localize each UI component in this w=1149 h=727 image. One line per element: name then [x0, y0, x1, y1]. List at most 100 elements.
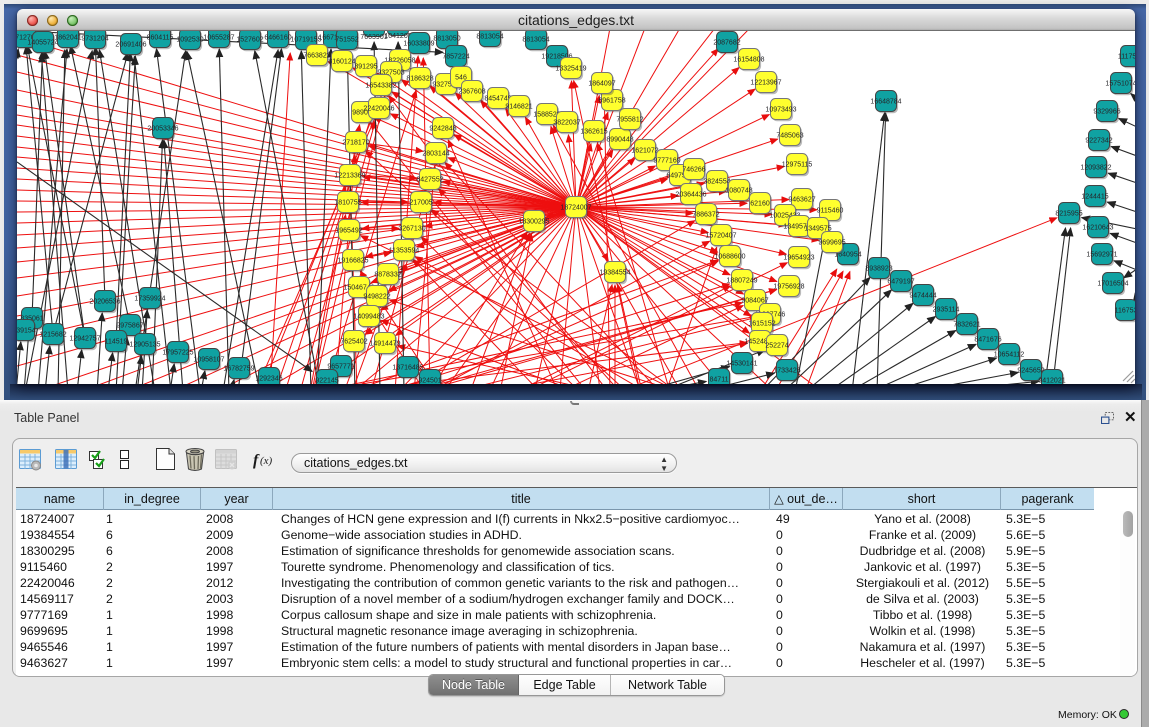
svg-text:9463627: 9463627: [788, 197, 815, 204]
svg-text:f: f: [253, 452, 260, 469]
svg-text:1215682: 1215682: [39, 332, 66, 339]
svg-text:114519: 114519: [105, 339, 128, 346]
svg-text:8186328: 8186328: [406, 76, 433, 83]
svg-text:7485063: 7485063: [776, 133, 803, 140]
svg-text:20206536: 20206536: [89, 299, 120, 306]
svg-text:8813054: 8813054: [522, 37, 549, 44]
svg-text:8604115: 8604115: [147, 35, 174, 42]
svg-text:14099483: 14099483: [353, 314, 384, 321]
svg-text:12213369: 12213369: [334, 173, 365, 180]
svg-text:6466160: 6466160: [264, 35, 291, 42]
svg-text:18724007: 18724007: [560, 205, 591, 212]
svg-text:7955812: 7955812: [616, 117, 643, 124]
svg-text:1117535: 1117535: [1118, 54, 1135, 61]
svg-text:746266: 746266: [682, 167, 705, 174]
svg-text:1733426: 1733426: [773, 368, 800, 375]
svg-text:16154808: 16154808: [733, 57, 764, 64]
svg-text:8813050: 8813050: [433, 36, 460, 43]
svg-text:15751074: 15751074: [1105, 81, 1135, 88]
svg-text:10688600: 10688600: [714, 254, 745, 261]
svg-text:2367608: 2367608: [458, 89, 485, 96]
svg-text:9146821: 9146821: [505, 104, 532, 111]
svg-text:3267130: 3267130: [398, 226, 425, 233]
svg-text:1621072: 1621072: [631, 148, 658, 155]
svg-text:2803144: 2803144: [422, 151, 449, 158]
svg-text:8215955: 8215955: [1055, 211, 1082, 218]
svg-text:8938923: 8938923: [865, 266, 892, 273]
svg-text:8471676: 8471676: [974, 337, 1001, 344]
svg-text:7663822: 7663822: [303, 53, 330, 60]
svg-text:9474444: 9474444: [909, 293, 936, 300]
svg-text:1862041: 1862041: [54, 35, 81, 42]
svg-text:11353594: 11353594: [389, 248, 420, 255]
svg-text:17016504: 17016504: [1097, 281, 1128, 288]
svg-text:751552: 751552: [335, 37, 358, 44]
svg-text:3822037: 3822037: [553, 120, 580, 127]
svg-text:9498222: 9498222: [363, 294, 390, 301]
svg-text:19384554: 19384554: [599, 270, 630, 277]
svg-text:(x): (x): [260, 455, 273, 467]
svg-text:1080748: 1080748: [725, 188, 752, 195]
svg-text:116753: 116753: [1115, 308, 1135, 315]
svg-text:14914479: 14914479: [369, 341, 400, 348]
svg-text:1864097: 1864097: [588, 81, 615, 88]
svg-text:22420046: 22420046: [363, 106, 394, 113]
svg-text:924501: 924501: [418, 378, 441, 385]
svg-text:12975115: 12975115: [782, 162, 813, 169]
svg-text:8878332: 8878332: [374, 272, 401, 279]
svg-text:9412021: 9412021: [1038, 378, 1065, 385]
svg-text:12213967: 12213967: [750, 80, 781, 87]
svg-text:12942757: 12942757: [69, 336, 100, 343]
svg-text:10958107: 10958107: [193, 357, 224, 364]
svg-text:16648784: 16648784: [870, 99, 901, 106]
svg-text:1810755: 1810755: [334, 200, 361, 207]
svg-text:20691406: 20691406: [115, 42, 146, 49]
svg-text:19756928: 19756928: [773, 284, 804, 291]
svg-text:1244415: 1244415: [1081, 194, 1108, 201]
svg-text:7857224: 7857224: [442, 54, 469, 61]
svg-text:17957225: 17957225: [162, 350, 193, 357]
svg-text:10655287: 10655287: [203, 35, 234, 42]
svg-text:20053346: 20053346: [147, 126, 178, 133]
svg-text:19654923: 19654923: [783, 255, 814, 262]
svg-text:16033809: 16033809: [403, 41, 434, 48]
svg-text:9115460: 9115460: [817, 208, 844, 215]
svg-text:9242848: 9242848: [429, 126, 456, 133]
svg-text:6961758: 6961758: [598, 98, 625, 105]
svg-text:9777169: 9777169: [653, 158, 680, 165]
svg-text:9975867: 9975867: [116, 323, 143, 330]
svg-text:14530141: 14530141: [726, 361, 757, 368]
svg-text:16210643: 16210643: [1082, 225, 1113, 232]
svg-text:6479197: 6479197: [887, 279, 914, 286]
svg-text:13325419: 13325419: [555, 66, 586, 73]
svg-text:1965492: 1965492: [335, 228, 362, 235]
svg-text:84711: 84711: [710, 377, 729, 384]
svg-text:17359924: 17359924: [134, 296, 165, 303]
svg-text:8813054: 8813054: [476, 34, 503, 41]
svg-text:7886372: 7886372: [692, 212, 719, 219]
svg-text:15720407: 15720407: [705, 233, 736, 240]
svg-text:1615152: 1615152: [748, 321, 775, 328]
svg-text:16543382: 16543382: [365, 83, 396, 90]
svg-text:18807249: 18807249: [726, 278, 757, 285]
svg-text:1362615: 1362615: [580, 129, 607, 136]
svg-text:1092530: 1092530: [176, 37, 203, 44]
svg-text:8454749: 8454749: [484, 96, 511, 103]
svg-text:1527602: 1527602: [236, 37, 263, 44]
svg-text:2935114: 2935114: [933, 307, 960, 314]
svg-text:8427552: 8427552: [416, 177, 443, 184]
svg-text:10973493: 10973493: [765, 107, 796, 114]
svg-text:20364436: 20364436: [675, 192, 706, 199]
svg-text:9731204: 9731204: [81, 36, 108, 43]
svg-text:7625402: 7625402: [340, 339, 367, 346]
svg-text:839154: 839154: [17, 328, 36, 335]
svg-text:12093822: 12093822: [1080, 165, 1111, 172]
svg-text:16782759: 16782759: [223, 366, 254, 373]
svg-text:1041205: 1041205: [384, 33, 411, 40]
svg-text:2718170: 2718170: [342, 140, 369, 147]
svg-text:13716485: 13716485: [392, 365, 423, 372]
svg-text:1292346: 1292346: [255, 376, 282, 383]
svg-text:9699695: 9699695: [818, 240, 845, 247]
svg-text:9245652: 9245652: [1017, 368, 1044, 375]
svg-text:217005: 217005: [409, 200, 432, 207]
